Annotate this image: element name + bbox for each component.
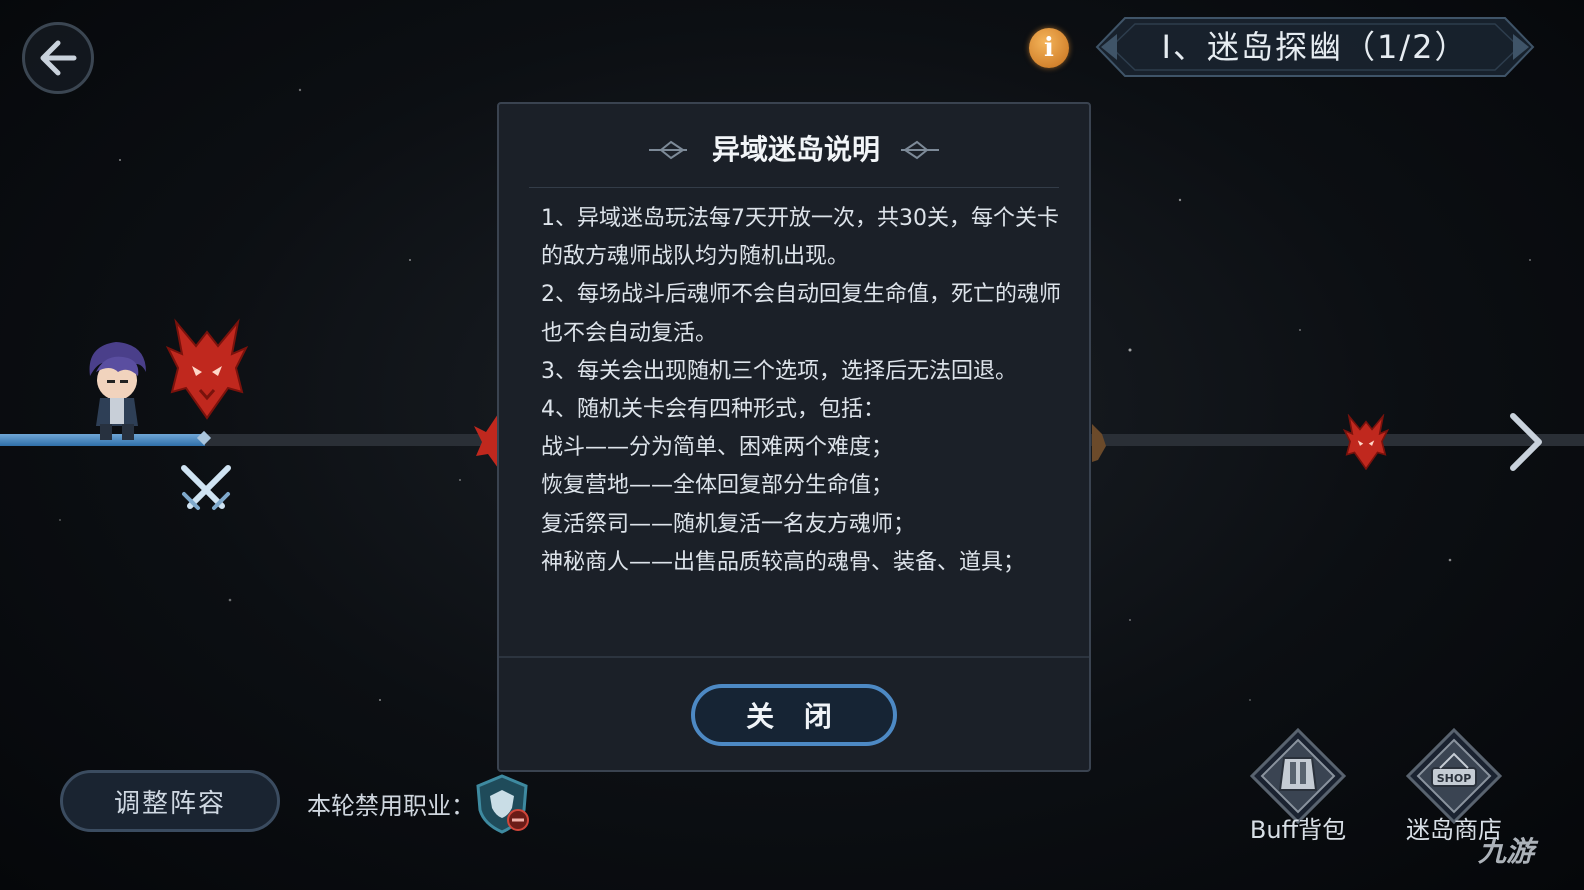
watermark-logo: 九游 (1478, 835, 1535, 868)
title-ornament-left-icon (649, 140, 687, 160)
rule-line: 恢复营地——全体回复部分生命值； (541, 473, 894, 499)
crossed-swords-icon (181, 465, 231, 510)
shop-sign-text: SHOP (1437, 772, 1472, 785)
stage-title: Ⅰ、迷岛探幽（1/2） (1161, 28, 1469, 66)
adjust-lineup-button[interactable]: 调整阵容 (60, 770, 280, 832)
enemy-demon-partial-icon[interactable] (474, 414, 498, 468)
modal-body-scroll[interactable]: 1、异域迷岛玩法每7天开放一次，共30关，每个关卡的敌方魂师战队均为随机出现。 … (541, 200, 1061, 634)
rule-line: 2、每场战斗后魂师不会自动回复生命值，死亡的魂师也不会自动复活。 (541, 282, 1061, 346)
title-ornament-right-icon (901, 140, 939, 160)
modal-title: 异域迷岛说明 (711, 133, 880, 166)
modal-footer-divider (499, 656, 1089, 658)
enemy-demon-icon[interactable] (166, 318, 248, 420)
modal-divider (529, 187, 1059, 188)
info-button[interactable]: i (1029, 28, 1069, 68)
rule-line: 复活祭司——随机复活一名友方魂师； (541, 511, 916, 537)
enemy-demon-far-icon[interactable] (1342, 414, 1390, 470)
node-partial-icon (1092, 424, 1106, 462)
banned-class-label: 本轮禁用职业： (307, 792, 475, 820)
rule-line: 3、每关会出现随机三个选项，选择后无法回退。 (541, 358, 1017, 384)
next-arrow-icon[interactable] (1505, 412, 1545, 472)
arrow-left-icon (40, 40, 77, 76)
buff-bag-button[interactable]: Buff背包 (1240, 727, 1356, 845)
rule-line: 神秘商人——出售品质较高的魂骨、装备、道具； (541, 549, 1026, 575)
back-button[interactable] (22, 22, 94, 94)
close-button[interactable]: 关 闭 (691, 684, 897, 746)
hero-character-icon[interactable] (80, 338, 152, 442)
rule-line: 战斗——分为简单、困难两个难度； (541, 435, 894, 461)
rule-line: 4、随机关卡会有四种形式，包括： (541, 397, 885, 423)
stage-banner: Ⅰ、迷岛探幽（1/2） (1095, 16, 1535, 78)
buff-bag-label: Buff背包 (1249, 816, 1347, 844)
instructions-modal: 异域迷岛说明 1、异域迷岛玩法每7天开放一次，共30关，每个关卡的敌方魂师战队均… (497, 102, 1091, 772)
modal-header: 异域迷岛说明 (499, 128, 1093, 172)
info-icon: i (1044, 33, 1054, 63)
banned-class-shield-icon[interactable] (474, 774, 532, 834)
island-shop-button[interactable]: SHOP 迷岛商店 (1396, 727, 1512, 845)
rule-line: 1、异域迷岛玩法每7天开放一次，共30关，每个关卡的敌方魂师战队均为随机出现。 (541, 206, 1059, 270)
